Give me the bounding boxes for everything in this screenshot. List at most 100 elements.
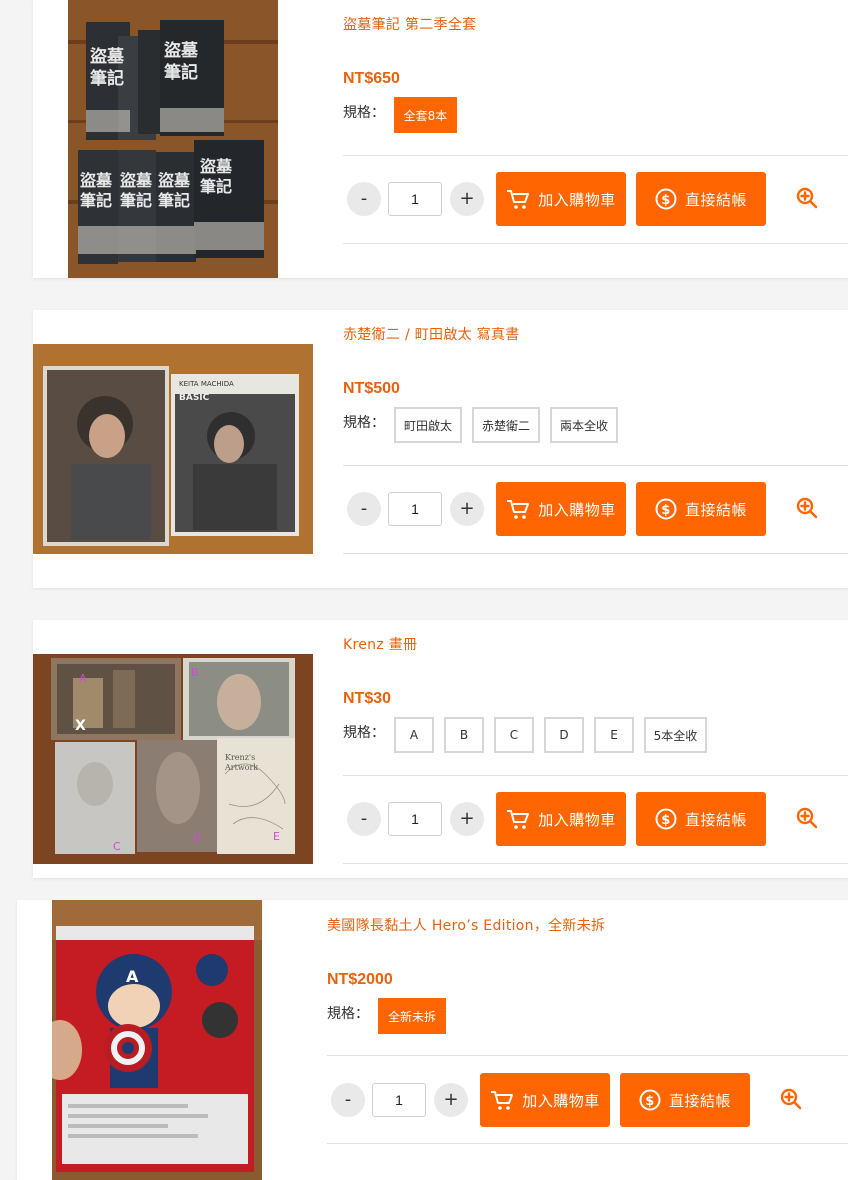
divider	[343, 243, 848, 244]
svg-text:X: X	[75, 718, 86, 734]
svg-text:盜墓: 盜墓	[200, 157, 233, 176]
checkout-button[interactable]: $ 直接結帳	[620, 1073, 750, 1127]
qty-input[interactable]	[372, 1083, 426, 1117]
photobook-photo: KEITA MACHIDA BASIC	[33, 344, 313, 554]
add-to-cart-button[interactable]: 加入購物車	[496, 482, 626, 536]
zoom-in-icon[interactable]	[795, 806, 819, 830]
divider	[343, 775, 848, 776]
svg-text:$: $	[661, 503, 671, 518]
svg-text:Artwork: Artwork	[224, 763, 258, 772]
qty-input[interactable]	[388, 492, 442, 526]
spec-option[interactable]: B	[444, 717, 484, 753]
checkout-button[interactable]: $ 直接結帳	[636, 482, 766, 536]
checkout-label: 直接結帳	[684, 190, 747, 209]
spec-option[interactable]: 兩本全收	[550, 407, 618, 443]
cart-icon	[507, 190, 530, 209]
qty-minus-button[interactable]: -	[347, 802, 381, 836]
figure-box-photo: A	[52, 900, 262, 1180]
product-price: NT$650	[343, 70, 400, 87]
product-price: NT$2000	[327, 971, 393, 988]
svg-text:$: $	[661, 813, 671, 828]
product-photo[interactable]: A	[52, 900, 262, 1180]
zoom-in-icon[interactable]	[795, 496, 819, 520]
checkout-button[interactable]: $ 直接結帳	[636, 172, 766, 226]
divider	[343, 863, 848, 864]
product-title[interactable]: 盜墓筆記 第二季全套	[343, 14, 476, 34]
divider	[343, 553, 848, 554]
product-price: NT$30	[343, 690, 392, 707]
qty-minus-button[interactable]: -	[347, 182, 381, 216]
checkout-button[interactable]: $ 直接結帳	[636, 792, 766, 846]
spec-option[interactable]: 全新未拆	[378, 998, 446, 1034]
product-title[interactable]: 赤楚衛二 / 町田啟太 寫真書	[343, 324, 520, 344]
dollar-coin-icon: $	[639, 1089, 661, 1111]
qty-input[interactable]	[388, 802, 442, 836]
checkout-label: 直接結帳	[668, 1091, 731, 1110]
spec-option[interactable]: 5本全收	[644, 717, 707, 753]
product-title[interactable]: Krenz 畫冊	[343, 634, 417, 654]
svg-text:盜墓: 盜墓	[158, 171, 191, 190]
checkout-label: 直接結帳	[684, 810, 747, 829]
add-to-cart-button[interactable]: 加入購物車	[480, 1073, 610, 1127]
svg-text:筆記: 筆記	[90, 68, 124, 89]
spec-label: 規格：	[343, 105, 385, 121]
spec-option[interactable]: 全套8本	[394, 97, 457, 133]
svg-text:筆記: 筆記	[80, 191, 112, 210]
divider	[327, 1143, 848, 1144]
cart-icon	[491, 1091, 514, 1110]
svg-text:B: B	[191, 666, 199, 679]
spec-option[interactable]: C	[494, 717, 534, 753]
svg-text:盜墓: 盜墓	[164, 40, 199, 61]
svg-text:A: A	[79, 672, 87, 685]
svg-text:盜墓: 盜墓	[120, 171, 153, 190]
qty-input[interactable]	[388, 182, 442, 216]
spec-option[interactable]: 町田啟太	[394, 407, 462, 443]
add-to-cart-button[interactable]: 加入購物車	[496, 792, 626, 846]
add-to-cart-label: 加入購物車	[538, 190, 616, 209]
add-to-cart-label: 加入購物車	[522, 1091, 600, 1110]
svg-text:筆記: 筆記	[200, 177, 232, 196]
zoom-in-icon[interactable]	[795, 186, 819, 210]
add-to-cart-label: 加入購物車	[538, 810, 616, 829]
zoom-in-icon[interactable]	[779, 1087, 803, 1111]
spec-option[interactable]: A	[394, 717, 434, 753]
product-photo[interactable]: KEITA MACHIDA BASIC	[33, 344, 313, 554]
spec-label: 規格：	[343, 415, 385, 431]
spec-option[interactable]: E	[594, 717, 634, 753]
qty-plus-button[interactable]: +	[434, 1083, 468, 1117]
qty-plus-button[interactable]: +	[450, 182, 484, 216]
qty-minus-button[interactable]: -	[331, 1083, 365, 1117]
add-to-cart-label: 加入購物車	[538, 500, 616, 519]
spec-option[interactable]: 赤楚衛二	[472, 407, 540, 443]
qty-plus-button[interactable]: +	[450, 492, 484, 526]
artbook-photo: Krenz's Artwork X A B C D E	[33, 654, 313, 864]
dollar-coin-icon: $	[655, 188, 677, 210]
divider	[327, 1055, 848, 1056]
qty-plus-button[interactable]: +	[450, 802, 484, 836]
svg-text:盜墓: 盜墓	[80, 171, 113, 190]
svg-text:盜墓: 盜墓	[90, 46, 125, 67]
svg-text:Krenz's: Krenz's	[225, 753, 255, 762]
svg-text:D: D	[193, 832, 201, 845]
svg-text:筆記: 筆記	[164, 62, 198, 83]
checkout-label: 直接結帳	[684, 500, 747, 519]
cart-icon	[507, 810, 530, 829]
svg-text:C: C	[113, 840, 121, 853]
svg-text:$: $	[661, 193, 671, 208]
product-photo[interactable]: 盜墓 筆記 盜墓 筆記 盜墓 筆記 盜墓 筆記 盜墓 筆記 盜墓 筆記	[68, 0, 278, 278]
add-to-cart-button[interactable]: 加入購物車	[496, 172, 626, 226]
spec-label: 規格：	[343, 725, 385, 741]
product-title[interactable]: 美國隊長黏土人 Hero’s Edition，全新未拆	[327, 915, 605, 935]
dollar-coin-icon: $	[655, 808, 677, 830]
svg-text:筆記: 筆記	[158, 191, 190, 210]
divider	[343, 465, 848, 466]
product-photo[interactable]: Krenz's Artwork X A B C D E	[33, 654, 313, 864]
cart-icon	[507, 500, 530, 519]
qty-minus-button[interactable]: -	[347, 492, 381, 526]
divider	[343, 155, 848, 156]
svg-text:筆記: 筆記	[120, 191, 152, 210]
spec-label: 規格：	[327, 1006, 369, 1022]
dollar-coin-icon: $	[655, 498, 677, 520]
svg-text:A: A	[126, 967, 139, 986]
spec-option[interactable]: D	[544, 717, 584, 753]
